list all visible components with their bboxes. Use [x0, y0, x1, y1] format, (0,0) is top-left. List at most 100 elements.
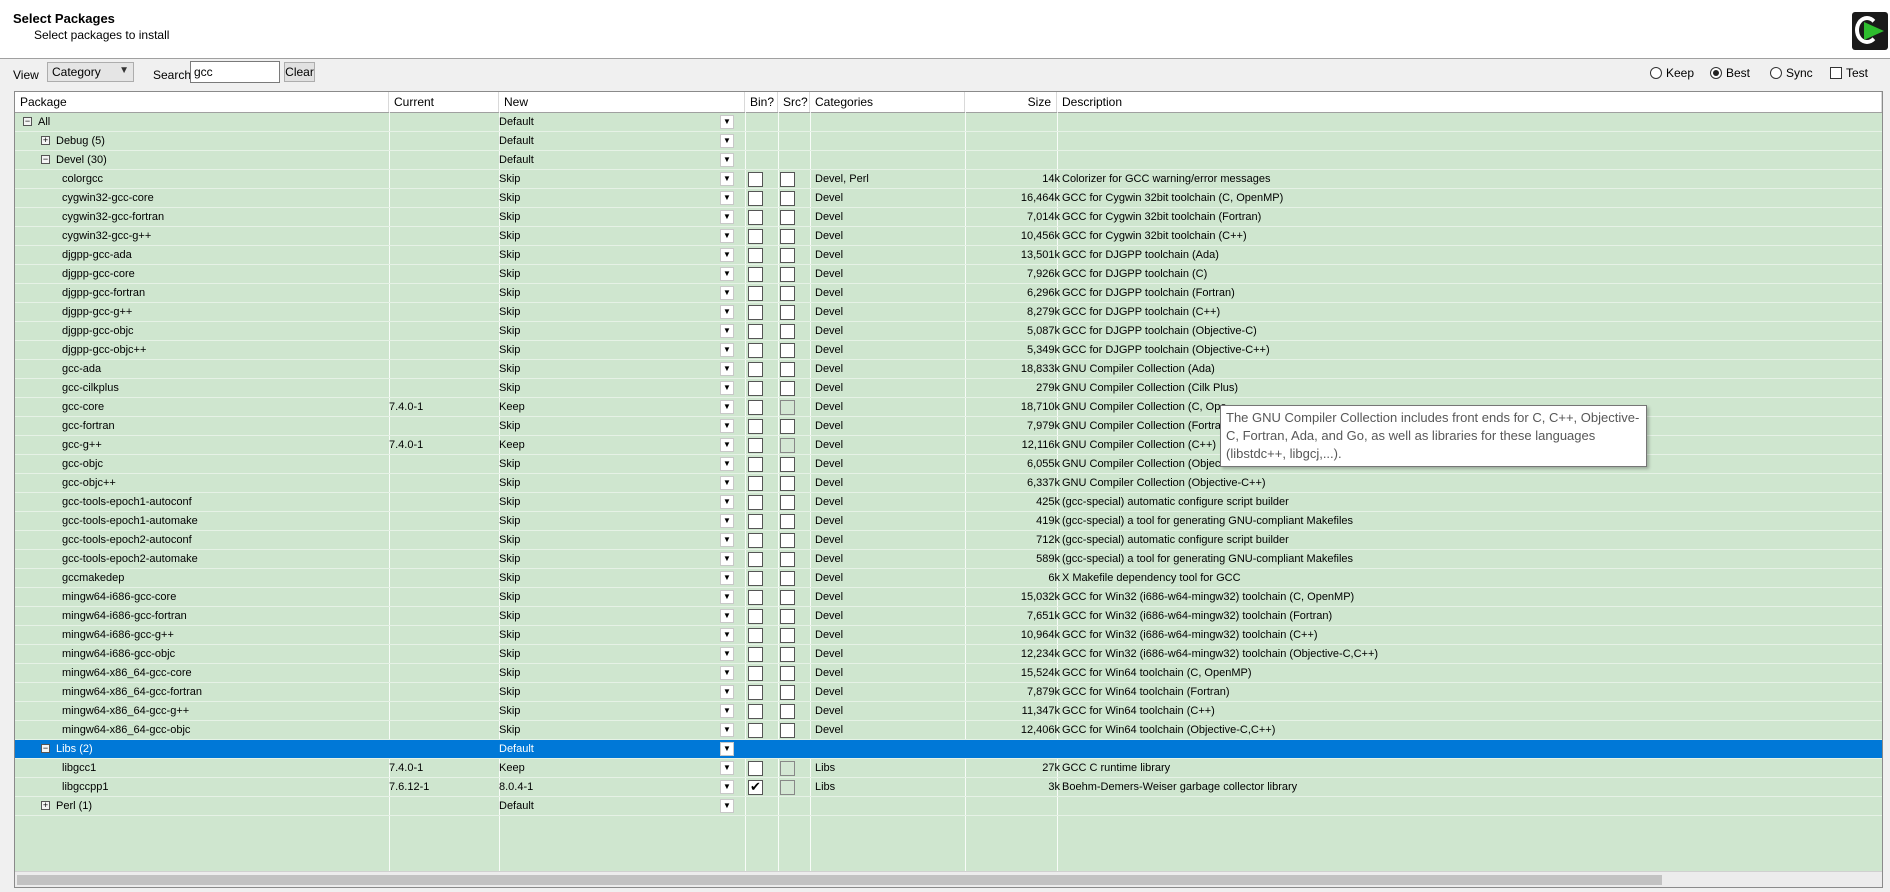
chevron-down-icon[interactable]: ▼: [720, 286, 734, 300]
chevron-down-icon[interactable]: ▼: [720, 780, 734, 794]
bin-checkbox[interactable]: [748, 552, 763, 567]
package-row[interactable]: cygwin32-gcc-fortran Skip ▼ Devel 7,014k GCC …: [15, 208, 1882, 227]
chevron-down-icon[interactable]: ▼: [720, 533, 734, 547]
new-action-select[interactable]: Skip: [499, 303, 731, 321]
src-checkbox[interactable]: [780, 172, 795, 187]
column-header-categories[interactable]: Categories: [810, 92, 965, 112]
src-checkbox[interactable]: [780, 191, 795, 206]
column-header-description[interactable]: Description: [1057, 92, 1882, 112]
chevron-down-icon[interactable]: ▼: [720, 571, 734, 585]
bin-checkbox[interactable]: [748, 590, 763, 605]
new-action-select[interactable]: Skip: [499, 322, 731, 340]
bin-checkbox[interactable]: ✔: [748, 780, 763, 795]
chevron-down-icon[interactable]: ▼: [720, 419, 734, 433]
package-row[interactable]: gcc-tools-epoch1-automake Skip ▼ Devel 419k(…: [15, 512, 1882, 531]
src-checkbox[interactable]: [780, 476, 795, 491]
package-row[interactable]: gccmakedep Skip ▼ Devel 6k X Makefile depende…: [15, 569, 1882, 588]
src-checkbox[interactable]: [780, 590, 795, 605]
chevron-down-icon[interactable]: ▼: [720, 438, 734, 452]
src-checkbox[interactable]: [780, 419, 795, 434]
new-action-select[interactable]: Skip: [499, 664, 731, 682]
src-checkbox[interactable]: [780, 457, 795, 472]
new-action-select[interactable]: Skip: [499, 607, 731, 625]
keep-radio[interactable]: Keep: [1650, 65, 1694, 81]
new-action-select[interactable]: Default: [499, 113, 731, 131]
bin-checkbox[interactable]: [748, 666, 763, 681]
src-checkbox[interactable]: [780, 343, 795, 358]
package-row[interactable]: gcc-cilkplus Skip ▼ Devel 279k GNU Compiler C…: [15, 379, 1882, 398]
new-action-select[interactable]: Skip: [499, 284, 731, 302]
new-action-select[interactable]: Skip: [499, 683, 731, 701]
chevron-down-icon[interactable]: ▼: [720, 400, 734, 414]
src-checkbox[interactable]: [780, 305, 795, 320]
new-action-select[interactable]: Skip: [499, 246, 731, 264]
bin-checkbox[interactable]: [748, 457, 763, 472]
chevron-down-icon[interactable]: ▼: [720, 305, 734, 319]
column-header-new[interactable]: New: [499, 92, 745, 112]
sync-radio[interactable]: Sync: [1770, 65, 1813, 81]
package-row[interactable]: gcc-tools-epoch1-autoconf Skip ▼ Devel 425k(…: [15, 493, 1882, 512]
bin-checkbox[interactable]: [748, 628, 763, 643]
new-action-select[interactable]: Keep: [499, 759, 731, 777]
package-row[interactable]: cygwin32-gcc-core Skip ▼ Devel 16,464k GCC fo…: [15, 189, 1882, 208]
new-action-select[interactable]: Skip: [499, 512, 731, 530]
package-row[interactable]: gcc-objc++ Skip ▼ Devel 6,337k GNU Compiler C…: [15, 474, 1882, 493]
package-row[interactable]: libgcc1 7.4.0-1 Keep ▼ Libs 27k GCC C runtime …: [15, 759, 1882, 778]
package-row[interactable]: djgpp-gcc-fortran Skip ▼ Devel 6,296k GCC for…: [15, 284, 1882, 303]
expand-icon[interactable]: +: [41, 801, 50, 810]
bin-checkbox[interactable]: [748, 248, 763, 263]
bin-checkbox[interactable]: [748, 172, 763, 187]
package-row[interactable]: mingw64-x86_64-gcc-g++ Skip ▼ Devel 11,347k G…: [15, 702, 1882, 721]
src-checkbox[interactable]: [780, 514, 795, 529]
new-action-select[interactable]: Skip: [499, 417, 731, 435]
new-action-select[interactable]: Skip: [499, 588, 731, 606]
src-checkbox[interactable]: [780, 438, 795, 453]
chevron-down-icon[interactable]: ▼: [720, 742, 734, 756]
src-checkbox[interactable]: [780, 685, 795, 700]
new-action-select[interactable]: Skip: [499, 645, 731, 663]
chevron-down-icon[interactable]: ▼: [720, 666, 734, 680]
expand-icon[interactable]: +: [41, 136, 50, 145]
chevron-down-icon[interactable]: ▼: [720, 609, 734, 623]
package-row[interactable]: mingw64-i686-gcc-g++ Skip ▼ Devel 10,964k GCC…: [15, 626, 1882, 645]
chevron-down-icon[interactable]: ▼: [720, 723, 734, 737]
package-row[interactable]: colorgcc Skip ▼ Devel, Perl 14k Colorizer for…: [15, 170, 1882, 189]
src-checkbox[interactable]: [780, 248, 795, 263]
package-row[interactable]: mingw64-i686-gcc-objc Skip ▼ Devel 12,234k GC…: [15, 645, 1882, 664]
new-action-select[interactable]: Skip: [499, 569, 731, 587]
bin-checkbox[interactable]: [748, 362, 763, 377]
bin-checkbox[interactable]: [748, 609, 763, 624]
new-action-select[interactable]: Default: [499, 151, 731, 169]
chevron-down-icon[interactable]: ▼: [720, 514, 734, 528]
chevron-down-icon[interactable]: ▼: [720, 362, 734, 376]
chevron-down-icon[interactable]: ▼: [720, 229, 734, 243]
chevron-down-icon[interactable]: ▼: [720, 495, 734, 509]
bin-checkbox[interactable]: [748, 381, 763, 396]
src-checkbox[interactable]: [780, 609, 795, 624]
chevron-down-icon[interactable]: ▼: [720, 248, 734, 262]
package-row[interactable]: djgpp-gcc-core Skip ▼ Devel 7,926k GCC for DJ…: [15, 265, 1882, 284]
bin-checkbox[interactable]: [748, 191, 763, 206]
new-action-select[interactable]: Skip: [499, 455, 731, 473]
column-header-current[interactable]: Current: [389, 92, 499, 112]
src-checkbox[interactable]: [780, 571, 795, 586]
new-action-select[interactable]: Skip: [499, 360, 731, 378]
package-row[interactable]: mingw64-i686-gcc-fortran Skip ▼ Devel 7,651k…: [15, 607, 1882, 626]
bin-checkbox[interactable]: [748, 685, 763, 700]
bin-checkbox[interactable]: [748, 476, 763, 491]
collapse-icon[interactable]: −: [41, 744, 50, 753]
package-row[interactable]: gcc-tools-epoch2-autoconf Skip ▼ Devel 712k(…: [15, 531, 1882, 550]
new-action-select[interactable]: 8.0.4-1: [499, 778, 731, 796]
column-header-bin[interactable]: Bin?: [745, 92, 778, 112]
new-action-select[interactable]: Skip: [499, 626, 731, 644]
scrollbar-thumb[interactable]: [17, 875, 1662, 885]
new-action-select[interactable]: Skip: [499, 170, 731, 188]
new-action-select[interactable]: Skip: [499, 189, 731, 207]
clear-button[interactable]: Clear: [284, 62, 315, 82]
collapse-icon[interactable]: −: [41, 155, 50, 164]
src-checkbox[interactable]: [780, 780, 795, 795]
new-action-select[interactable]: Skip: [499, 341, 731, 359]
chevron-down-icon[interactable]: ▼: [720, 552, 734, 566]
package-row[interactable]: gcc-ada Skip ▼ Devel 18,833k GNU Compiler Col…: [15, 360, 1882, 379]
package-row[interactable]: mingw64-x86_64-gcc-fortran Skip ▼ Devel 7,87…: [15, 683, 1882, 702]
